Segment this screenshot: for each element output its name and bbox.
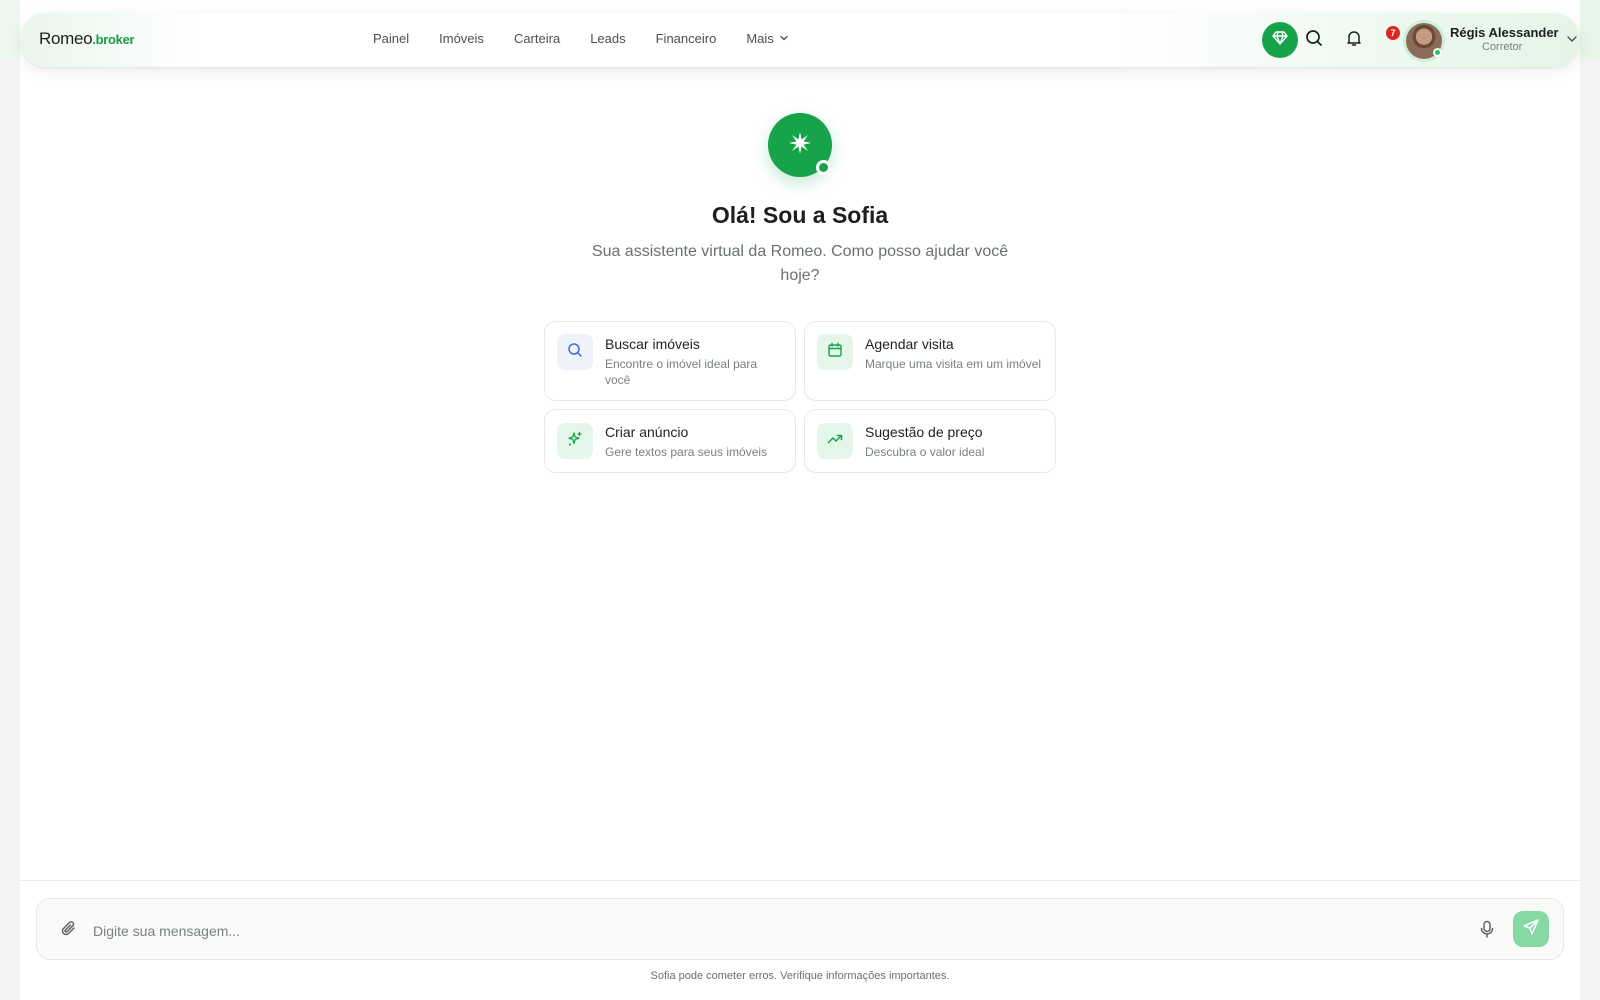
suggestion-card-criar-anuncio[interactable]: Criar anúncio Gere textos para seus imóv… (544, 409, 796, 473)
user-role: Corretor (1482, 41, 1523, 53)
microphone-icon (1477, 920, 1497, 943)
user-name[interactable]: Régis Alessander (1450, 25, 1559, 40)
assistant-online-dot (816, 160, 831, 175)
nav-label: Financeiro (655, 31, 717, 46)
nav-label: Painel (373, 31, 410, 46)
card-icon-wrap (557, 423, 593, 459)
top-navbar: Romeo.broker Painel Imóveis Carteira Lea… (20, 13, 1580, 67)
nav-label: Carteira (513, 31, 561, 46)
notifications-button[interactable] (1344, 30, 1364, 50)
nav-item-painel[interactable]: Painel (373, 31, 409, 46)
assistant-subtitle: Sua assistente virtual da Romeo. Como po… (591, 243, 1009, 284)
search-button[interactable] (1304, 29, 1324, 52)
search-icon (567, 342, 583, 363)
send-icon (1522, 918, 1540, 941)
nav-item-imoveis[interactable]: Imóveis (439, 31, 484, 46)
user-menu-chevron-down-icon[interactable] (1565, 32, 1579, 51)
message-input[interactable] (93, 919, 1393, 943)
trending-up-icon (827, 431, 843, 452)
nav-label: Mais (746, 31, 774, 46)
diamond-icon (1271, 29, 1289, 52)
card-title: Buscar imóveis (605, 336, 700, 352)
message-composer (36, 898, 1564, 960)
logo-suffix: .broker (92, 32, 135, 47)
card-title: Sugestão de preço (865, 424, 983, 440)
nav-item-financeiro[interactable]: Financeiro (656, 31, 717, 46)
chevron-down-icon (779, 31, 789, 46)
attach-button[interactable] (59, 919, 79, 944)
card-title: Criar anúncio (605, 424, 689, 440)
suggestion-card-agendar-visita[interactable]: Agendar visita Marque uma visita em um i… (804, 321, 1056, 401)
suggestion-card-buscar-imoveis[interactable]: Buscar imóveis Encontre o imóvel ideal p… (544, 321, 796, 401)
card-icon-wrap (817, 334, 853, 370)
composer-divider (20, 880, 1580, 881)
nav-item-carteira[interactable]: Carteira (514, 31, 560, 46)
nav-label: Leads (590, 31, 626, 46)
notification-badge: 7 (1386, 26, 1400, 40)
bell-icon (1345, 29, 1363, 52)
logo-main: Romeo (39, 29, 93, 48)
search-icon (1305, 29, 1323, 52)
main-nav: Painel Imóveis Carteira Leads Financeiro… (373, 31, 819, 46)
premium-button[interactable] (1262, 22, 1298, 58)
disclaimer-text: Sofia pode cometer erros. Verifique info… (650, 970, 950, 982)
calendar-icon (827, 342, 843, 363)
nav-item-mais[interactable]: Mais (746, 31, 788, 46)
nav-label: Imóveis (439, 31, 484, 46)
voice-input-button[interactable] (1477, 919, 1497, 944)
send-button[interactable] (1513, 911, 1549, 947)
assistant-greeting: Olá! Sou a Sofia (711, 202, 889, 228)
card-description: Gere textos para seus imóveis (605, 445, 768, 459)
card-description: Descubra o valor ideal (865, 445, 985, 459)
paperclip-icon (59, 921, 79, 943)
card-description: Marque uma visita em um imóvel (865, 357, 1042, 371)
logo[interactable]: Romeo.broker (39, 29, 135, 49)
sparkle-icon (787, 130, 813, 161)
nav-item-leads[interactable]: Leads (590, 31, 625, 46)
online-status-dot (1433, 48, 1442, 57)
card-description: Encontre o imóvel ideal para você (605, 357, 758, 387)
card-title: Agendar visita (865, 336, 954, 352)
suggestion-card-sugestao-de-preco[interactable]: Sugestão de preço Descubra o valor ideal (804, 409, 1056, 473)
card-icon-wrap (557, 334, 593, 370)
sparkles-icon (567, 431, 583, 452)
card-icon-wrap (817, 423, 853, 459)
